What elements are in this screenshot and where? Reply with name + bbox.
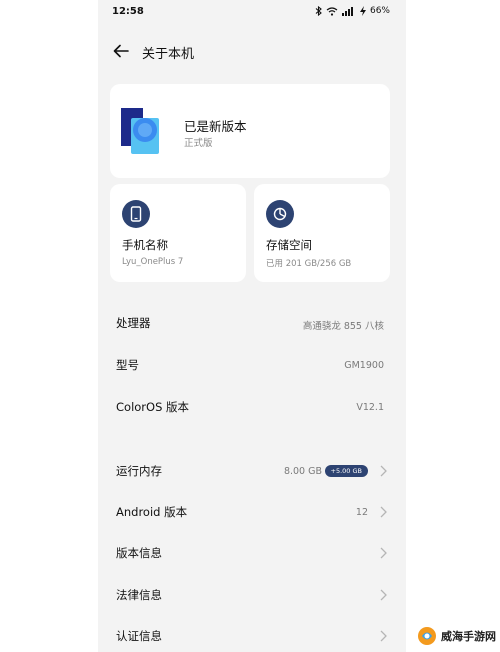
- settings-row-ram[interactable]: 运行内存 8.00 GB +5.00 GB: [98, 450, 406, 492]
- row-label: 法律信息: [116, 588, 162, 602]
- chevron-right-icon: [380, 589, 387, 601]
- bluetooth-icon: [315, 6, 322, 16]
- watermark-logo-icon: [418, 627, 436, 645]
- storage-title: 存储空间: [266, 238, 312, 252]
- settings-row-certification-info[interactable]: 认证信息: [98, 615, 406, 652]
- settings-row-android-version[interactable]: Android 版本 12: [98, 491, 406, 533]
- spec-row-model: 型号 GM1900: [98, 344, 406, 386]
- settings-row-legal-info[interactable]: 法律信息: [98, 574, 406, 616]
- version-status: 已是新版本: [184, 119, 247, 134]
- back-button[interactable]: [110, 41, 132, 61]
- row-label: 版本信息: [116, 546, 162, 560]
- row-value: 8.00 GB: [283, 466, 322, 477]
- settings-row-version-info[interactable]: 版本信息: [98, 532, 406, 574]
- status-bar: 12:58 66%: [98, 0, 406, 24]
- chevron-right-icon: [380, 465, 387, 477]
- battery-level: 66%: [369, 6, 390, 16]
- device-name-value: Lyu_OnePlus 7: [122, 257, 184, 267]
- storage-usage: 已用 201 GB/256 GB: [266, 259, 352, 269]
- chevron-right-icon: [380, 547, 387, 559]
- section-divider: [98, 438, 406, 450]
- page-header: 关于本机: [98, 36, 406, 66]
- storage-card[interactable]: 存储空间 已用 201 GB/256 GB: [254, 184, 390, 282]
- row-value: V12.1: [356, 402, 384, 413]
- pie-chart-icon: [266, 200, 294, 228]
- status-time: 12:58: [112, 6, 144, 17]
- row-value: 12: [355, 507, 368, 518]
- phone-icon: [122, 200, 150, 228]
- version-channel: 正式版: [184, 138, 213, 149]
- page-title: 关于本机: [142, 47, 195, 62]
- row-label: ColorOS 版本: [116, 400, 190, 414]
- chevron-right-icon: [380, 506, 387, 518]
- version-card[interactable]: 已是新版本 正式版: [110, 84, 390, 178]
- row-value: 高通骁龙 855 八核: [302, 321, 384, 332]
- spec-row-coloros-version: ColorOS 版本 V12.1: [98, 386, 406, 428]
- row-label: 处理器: [116, 316, 151, 330]
- row-value: GM1900: [344, 360, 384, 371]
- charging-icon: [359, 6, 366, 16]
- phone-screen: 12:58 66% 关于本机 已是新版本 正式版 手机名称 Lyu_OnePlu…: [98, 0, 406, 652]
- ram-expansion-badge: +5.00 GB: [324, 465, 368, 477]
- spec-row-processor: 处理器 高通骁龙 855 八核: [98, 302, 406, 344]
- coloros-logo-icon: [121, 106, 161, 156]
- wifi-icon: [326, 6, 338, 16]
- signal-icon: [341, 6, 356, 16]
- row-label: 运行内存: [116, 464, 162, 478]
- row-label: Android 版本: [116, 505, 188, 519]
- device-name-card[interactable]: 手机名称 Lyu_OnePlus 7: [110, 184, 246, 282]
- back-arrow-icon: [113, 44, 129, 58]
- chevron-right-icon: [380, 630, 387, 642]
- watermark-text: 威海手游网: [441, 630, 496, 643]
- watermark: 威海手游网: [417, 626, 496, 646]
- row-label: 认证信息: [116, 629, 162, 643]
- device-name-title: 手机名称: [122, 238, 168, 252]
- row-label: 型号: [116, 358, 139, 372]
- status-icons: 66%: [315, 6, 390, 16]
